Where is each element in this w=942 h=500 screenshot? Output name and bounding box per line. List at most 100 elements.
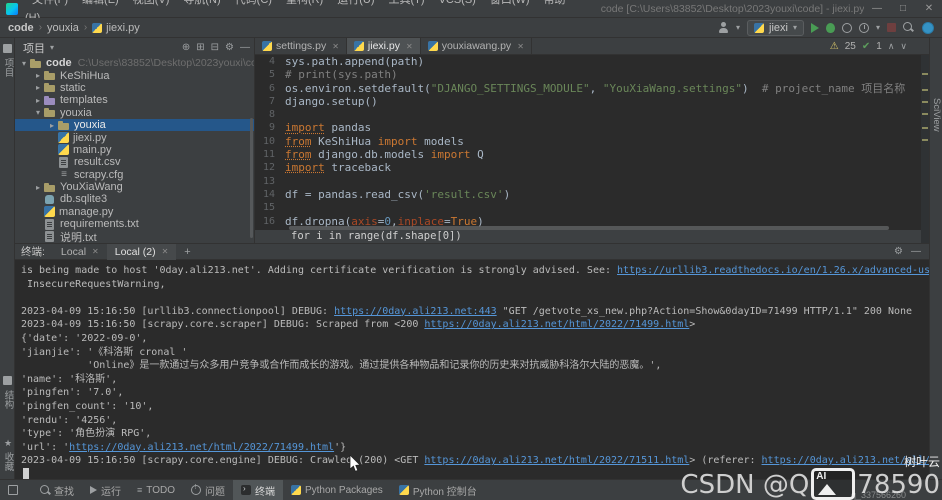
chevron-right-icon[interactable]: ▸ bbox=[33, 71, 43, 80]
tree-item-db.sqlite3[interactable]: db.sqlite3 bbox=[15, 193, 254, 205]
project-header-icon-2[interactable]: ⊟ bbox=[211, 42, 219, 53]
terminal-header-icons: ⚙ — bbox=[894, 246, 921, 257]
run-more-arrow-icon[interactable]: ▾ bbox=[876, 23, 880, 32]
chevron-down-icon[interactable]: ▾ bbox=[19, 59, 29, 68]
close-tab-icon[interactable]: ✕ bbox=[406, 42, 413, 51]
menu-item-1[interactable]: 编辑(E) bbox=[75, 0, 126, 6]
toolwindow-toggle-icon[interactable] bbox=[8, 485, 18, 495]
chevron-right-icon[interactable]: ▸ bbox=[47, 121, 57, 130]
console-line-4: 2023-04-09 15:16:50 [scrapy.core.scraper… bbox=[21, 318, 929, 332]
coverage-button[interactable] bbox=[858, 22, 869, 33]
menu-item-9[interactable]: 窗口(W) bbox=[483, 0, 537, 6]
close-tab-icon[interactable]: ✕ bbox=[332, 42, 339, 51]
minimize-button[interactable]: — bbox=[864, 0, 890, 18]
chevron-right-icon[interactable]: ▸ bbox=[33, 96, 43, 105]
terminal-output[interactable]: is being made to host '0day.ali213.net'.… bbox=[15, 260, 929, 482]
code-token: ) bbox=[503, 187, 511, 201]
search-everywhere-icon[interactable] bbox=[903, 21, 915, 34]
project-header-icon-1[interactable]: ⊞ bbox=[196, 42, 204, 53]
console-link[interactable]: https://0day.ali213.net:443 bbox=[334, 306, 497, 317]
tree-item-templates[interactable]: ▸ templates bbox=[15, 94, 254, 106]
stop-button[interactable] bbox=[887, 23, 896, 32]
close-button[interactable]: ✕ bbox=[916, 0, 942, 18]
statusbar-item-run[interactable]: 运行 bbox=[82, 480, 129, 500]
tree-item-youxia[interactable]: ▸ youxia bbox=[15, 118, 254, 132]
project-header-icon-3[interactable]: ⚙ bbox=[225, 42, 234, 53]
profiler-button[interactable] bbox=[841, 22, 852, 33]
menu-item-2[interactable]: 视图(V) bbox=[126, 0, 177, 6]
project-header-icon-4[interactable]: — bbox=[240, 42, 250, 53]
tool-button-favorites[interactable]: ★ 收藏 bbox=[0, 439, 15, 471]
tree-item-scrapy.cfg[interactable]: ≡ scrapy.cfg bbox=[15, 169, 254, 181]
error-stripe[interactable] bbox=[921, 55, 929, 243]
code-area[interactable]: 4 sys.path.append(path) 5 # print(sys.path)… bbox=[255, 55, 929, 228]
tree-item-YouXiaWang[interactable]: ▸ YouXiaWang bbox=[15, 181, 254, 193]
tab-youxiawang.py[interactable]: youxiawang.py ✕ bbox=[421, 38, 532, 54]
run-button[interactable] bbox=[810, 22, 819, 33]
tool-button-structure[interactable]: 结构 bbox=[0, 374, 15, 409]
tree-item-youxia[interactable]: ▾ youxia bbox=[15, 107, 254, 119]
tree-item-code[interactable]: ▾ code C:\Users\83852\Desktop\2023youxi\co… bbox=[15, 57, 254, 69]
user-icon[interactable] bbox=[718, 22, 729, 33]
maximize-button[interactable]: □ bbox=[890, 0, 916, 18]
chevron-right-icon[interactable]: ▸ bbox=[33, 83, 43, 92]
chevron-right-icon[interactable]: ▸ bbox=[33, 183, 43, 192]
tree-item-manage.py[interactable]: manage.py bbox=[15, 206, 254, 218]
console-text: 2023-04-09 15:16:50 [scrapy.core.scraper… bbox=[21, 319, 425, 331]
close-tab-icon[interactable]: ✕ bbox=[92, 247, 99, 256]
terminal-tab-Local[interactable]: Local ✕ bbox=[53, 244, 107, 260]
statusbar-item-python[interactable]: Python 控制台 bbox=[391, 480, 485, 500]
statusbar-item-python[interactable]: Python Packages bbox=[283, 480, 391, 500]
statusbar-item-search[interactable]: 查找 bbox=[32, 480, 82, 500]
tab-jiexi.py[interactable]: jiexi.py ✕ bbox=[346, 38, 421, 54]
menu-item-6[interactable]: 运行(U) bbox=[330, 0, 381, 6]
tree-item-main.py[interactable]: main.py bbox=[15, 144, 254, 156]
menu-item-7[interactable]: 工具(T) bbox=[382, 0, 432, 6]
breadcrumb-item-jiexi.py[interactable]: jiexi.py bbox=[106, 22, 140, 34]
menu-item-3[interactable]: 导航(N) bbox=[176, 0, 227, 6]
tool-button-project[interactable]: 项目 bbox=[0, 42, 15, 77]
close-tab-icon[interactable]: ✕ bbox=[162, 247, 169, 256]
console-link[interactable]: https://urllib3.readthedocs.io/en/1.26.x… bbox=[617, 265, 929, 276]
tab-settings.py[interactable]: settings.py ✕ bbox=[255, 38, 347, 54]
statusbar-item-todo[interactable]: ≡ TODO bbox=[129, 480, 183, 500]
close-tab-icon[interactable]: ✕ bbox=[517, 42, 524, 51]
menu-item-0[interactable]: 文件(F) bbox=[25, 0, 75, 6]
debug-button[interactable] bbox=[825, 22, 835, 33]
console-text: 'url': ' bbox=[21, 441, 70, 453]
tree-item-说明.txt[interactable]: 说明.txt bbox=[15, 230, 254, 243]
console-text: 'rendu': '4256', bbox=[21, 414, 118, 426]
new-terminal-button[interactable]: + bbox=[176, 246, 198, 258]
update-icon[interactable] bbox=[922, 21, 934, 34]
tree-item-jiexi.py[interactable]: jiexi.py bbox=[15, 131, 254, 144]
breadcrumb-item-youxia[interactable]: youxia bbox=[47, 22, 79, 34]
watermark-text-left: CSDN @Q bbox=[680, 470, 810, 500]
tool-button-sciview[interactable]: SciView bbox=[931, 98, 942, 132]
console-link[interactable]: https://0day.ali213.net/html/2022/71499.… bbox=[424, 319, 689, 330]
terminal-header-icon-1[interactable]: — bbox=[911, 246, 921, 257]
user-dropdown-arrow-icon[interactable]: ▾ bbox=[736, 23, 740, 32]
statusbar-item-terminal[interactable]: 终端 bbox=[232, 479, 283, 500]
statusbar-item-problem[interactable]: 问题 bbox=[183, 480, 233, 500]
tree-item-static[interactable]: ▸ static bbox=[15, 82, 254, 94]
terminal-header-icon-0[interactable]: ⚙ bbox=[894, 246, 903, 257]
tree-item-requirements.txt[interactable]: requirements.txt bbox=[15, 218, 254, 230]
tree-item-result.csv[interactable]: result.csv bbox=[15, 156, 254, 168]
breadcrumb-item-code[interactable]: code bbox=[8, 22, 34, 34]
console-link[interactable]: https://0day.ali213.net/html/2022/71499.… bbox=[69, 442, 334, 453]
tree-scrollbar[interactable] bbox=[250, 118, 253, 238]
console-link[interactable]: https://0day.ali213.net/html/2022/71511.… bbox=[424, 455, 689, 466]
tree-item-KeShiHua[interactable]: ▸ KeShiHua bbox=[15, 69, 254, 82]
prev-issue-icon[interactable]: ∧ bbox=[888, 41, 895, 52]
inspections-widget[interactable]: ⚠ 25 ✔ 1 ∧ ∨ bbox=[830, 41, 907, 52]
menu-item-4[interactable]: 代码(C) bbox=[228, 0, 279, 6]
terminal-tab-Local (2)[interactable]: Local (2) ✕ bbox=[106, 243, 177, 260]
chevron-down-icon[interactable]: ▾ bbox=[33, 108, 43, 117]
run-config-selector[interactable]: jiexi ▾ bbox=[747, 19, 804, 36]
project-header-icon-0[interactable]: ⊕ bbox=[182, 42, 190, 53]
menu-item-8[interactable]: VCS(S) bbox=[432, 0, 483, 6]
project-panel-title[interactable]: 项目 bbox=[23, 40, 45, 56]
project-view-dropdown-icon[interactable]: ▾ bbox=[50, 43, 54, 52]
next-issue-icon[interactable]: ∨ bbox=[900, 41, 907, 52]
menu-item-5[interactable]: 重构(R) bbox=[279, 0, 330, 6]
